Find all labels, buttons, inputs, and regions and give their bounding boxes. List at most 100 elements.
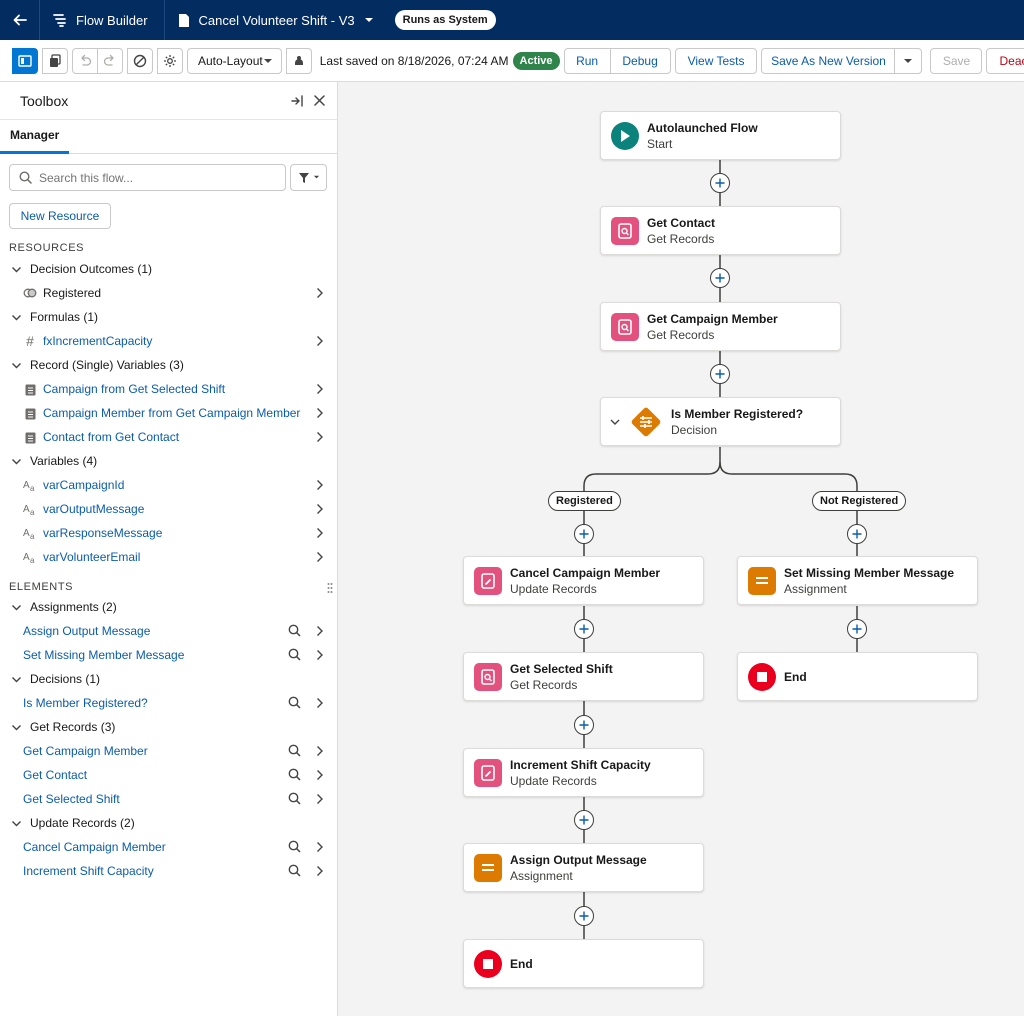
back-button[interactable] <box>0 0 40 40</box>
decision-node[interactable]: Is Member Registered? Decision <box>600 397 841 446</box>
deactivate-button[interactable]: Deact <box>986 47 1024 74</box>
resource-item-campaign-member-from-get-campaign-member[interactable]: Campaign Member from Get Campaign Member <box>0 401 337 425</box>
element-category-update-records[interactable]: Update Records (2) <box>0 811 337 835</box>
collapse-panel-icon[interactable] <box>291 94 304 107</box>
start-node[interactable]: Autolaunched Flow Start <box>600 111 841 160</box>
resource-category-formulas[interactable]: Formulas (1) <box>0 305 337 329</box>
resource-category-decision-outcomes[interactable]: Decision Outcomes (1) <box>0 257 337 281</box>
resource-item-varcampaignid[interactable]: Aa varCampaignId <box>0 473 337 497</box>
branch-label-not-registered[interactable]: Not Registered <box>812 491 907 511</box>
copy-button[interactable] <box>42 47 68 74</box>
search-icon[interactable] <box>288 648 301 661</box>
add-element-button[interactable] <box>847 524 867 544</box>
add-element-button[interactable] <box>574 524 594 544</box>
chevron-right-icon[interactable] <box>314 503 325 515</box>
save-as-new-version-button[interactable]: Save As New Version <box>761 47 896 74</box>
chevron-right-icon[interactable] <box>314 431 325 443</box>
element-item-get-campaign-member[interactable]: Get Campaign Member <box>0 739 337 763</box>
add-element-button[interactable] <box>574 715 594 735</box>
end-node-left[interactable]: End <box>463 939 704 988</box>
search-icon[interactable] <box>288 768 301 781</box>
undo-button[interactable] <box>72 47 98 74</box>
element-item-set-missing-member-message[interactable]: Set Missing Member Message <box>0 643 337 667</box>
view-tests-button[interactable]: View Tests <box>674 47 758 74</box>
search-icon[interactable] <box>288 792 301 805</box>
drag-handle-icon[interactable] <box>327 582 333 594</box>
chevron-right-icon[interactable] <box>314 745 325 757</box>
resource-item-registered[interactable]: Registered <box>0 281 337 305</box>
add-element-button[interactable] <box>574 906 594 926</box>
add-element-button[interactable] <box>710 173 730 193</box>
chevron-right-icon[interactable] <box>314 551 325 563</box>
element-item-increment-shift-capacity[interactable]: Increment Shift Capacity <box>0 859 337 883</box>
resource-category-record-variables[interactable]: Record (Single) Variables (3) <box>0 353 337 377</box>
chevron-right-icon[interactable] <box>314 649 325 661</box>
filter-button[interactable] <box>290 164 327 191</box>
debug-button[interactable]: Debug <box>609 47 671 74</box>
get-contact-node[interactable]: Get Contact Get Records <box>600 206 841 255</box>
search-icon[interactable] <box>288 864 301 877</box>
errors-button[interactable] <box>127 47 153 74</box>
toggle-toolbox-button[interactable] <box>12 47 38 74</box>
chevron-right-icon[interactable] <box>314 383 325 395</box>
resource-item-campaign-from-get-selected-shift[interactable]: Campaign from Get Selected Shift <box>0 377 337 401</box>
chevron-right-icon[interactable] <box>314 625 325 637</box>
branch-label-registered[interactable]: Registered <box>548 491 621 511</box>
chevron-right-icon[interactable] <box>314 793 325 805</box>
element-category-get-records[interactable]: Get Records (3) <box>0 715 337 739</box>
assign-output-message-node[interactable]: Assign Output Message Assignment <box>463 843 704 892</box>
end-node-right[interactable]: End <box>737 652 978 701</box>
add-element-button[interactable] <box>574 619 594 639</box>
element-category-assignments[interactable]: Assignments (2) <box>0 595 337 619</box>
element-item-cancel-campaign-member[interactable]: Cancel Campaign Member <box>0 835 337 859</box>
add-element-button[interactable] <box>847 619 867 639</box>
element-item-get-contact[interactable]: Get Contact <box>0 763 337 787</box>
get-campaign-member-node[interactable]: Get Campaign Member Get Records <box>600 302 841 351</box>
chevron-right-icon[interactable] <box>314 865 325 877</box>
new-resource-button[interactable]: New Resource <box>9 203 111 229</box>
set-missing-member-message-node[interactable]: Set Missing Member Message Assignment <box>737 556 978 605</box>
chevron-right-icon[interactable] <box>314 407 325 419</box>
close-icon[interactable] <box>314 95 325 106</box>
resource-item-varresponsemessage[interactable]: Aa varResponseMessage <box>0 521 337 545</box>
search-icon[interactable] <box>288 624 301 637</box>
chevron-right-icon[interactable] <box>314 479 325 491</box>
search-icon[interactable] <box>288 840 301 853</box>
layout-select[interactable]: Auto-Layout <box>187 47 282 74</box>
element-item-get-selected-shift[interactable]: Get Selected Shift <box>0 787 337 811</box>
search-icon[interactable] <box>288 744 301 757</box>
get-selected-shift-node[interactable]: Get Selected Shift Get Records <box>463 652 704 701</box>
flow-canvas[interactable]: Autolaunched Flow Start Get Contact Get … <box>339 82 1024 1016</box>
flow-title-area[interactable]: Cancel Volunteer Shift - V3 Runs as Syst… <box>165 0 508 40</box>
resource-item-varoutputmessage[interactable]: Aa varOutputMessage <box>0 497 337 521</box>
chevron-right-icon[interactable] <box>314 335 325 347</box>
search-box[interactable] <box>9 164 287 191</box>
add-element-button[interactable] <box>574 810 594 830</box>
cancel-campaign-member-node[interactable]: Cancel Campaign Member Update Records <box>463 556 704 605</box>
settings-button[interactable] <box>157 47 183 74</box>
search-input[interactable] <box>39 170 279 185</box>
save-button[interactable]: Save <box>930 47 983 74</box>
chevron-right-icon[interactable] <box>314 527 325 539</box>
debug-mode-button[interactable] <box>285 47 312 74</box>
resource-item-fxincrementcapacity[interactable]: # fxIncrementCapacity <box>0 329 337 353</box>
resource-item-contact-from-get-contact[interactable]: Contact from Get Contact <box>0 425 337 449</box>
save-menu-button[interactable] <box>894 47 923 74</box>
add-element-button[interactable] <box>710 268 730 288</box>
tab-manager[interactable]: Manager <box>0 128 70 154</box>
element-item-is-member-registered[interactable]: Is Member Registered? <box>0 691 337 715</box>
element-item-assign-output-message[interactable]: Assign Output Message <box>0 619 337 643</box>
chevron-right-icon[interactable] <box>314 841 325 853</box>
chevron-right-icon[interactable] <box>314 287 325 299</box>
run-button[interactable]: Run <box>563 47 611 74</box>
resource-item-varvolunteeremail[interactable]: Aa varVolunteerEmail <box>0 545 337 569</box>
increment-shift-capacity-node[interactable]: Increment Shift Capacity Update Records <box>463 748 704 797</box>
search-icon[interactable] <box>288 696 301 709</box>
add-element-button[interactable] <box>710 364 730 384</box>
resource-category-variables[interactable]: Variables (4) <box>0 449 337 473</box>
element-category-decisions[interactable]: Decisions (1) <box>0 667 337 691</box>
chevron-right-icon[interactable] <box>314 697 325 709</box>
chevron-down-icon[interactable] <box>363 14 375 26</box>
chevron-down-icon[interactable] <box>609 416 621 428</box>
redo-button[interactable] <box>97 47 123 74</box>
